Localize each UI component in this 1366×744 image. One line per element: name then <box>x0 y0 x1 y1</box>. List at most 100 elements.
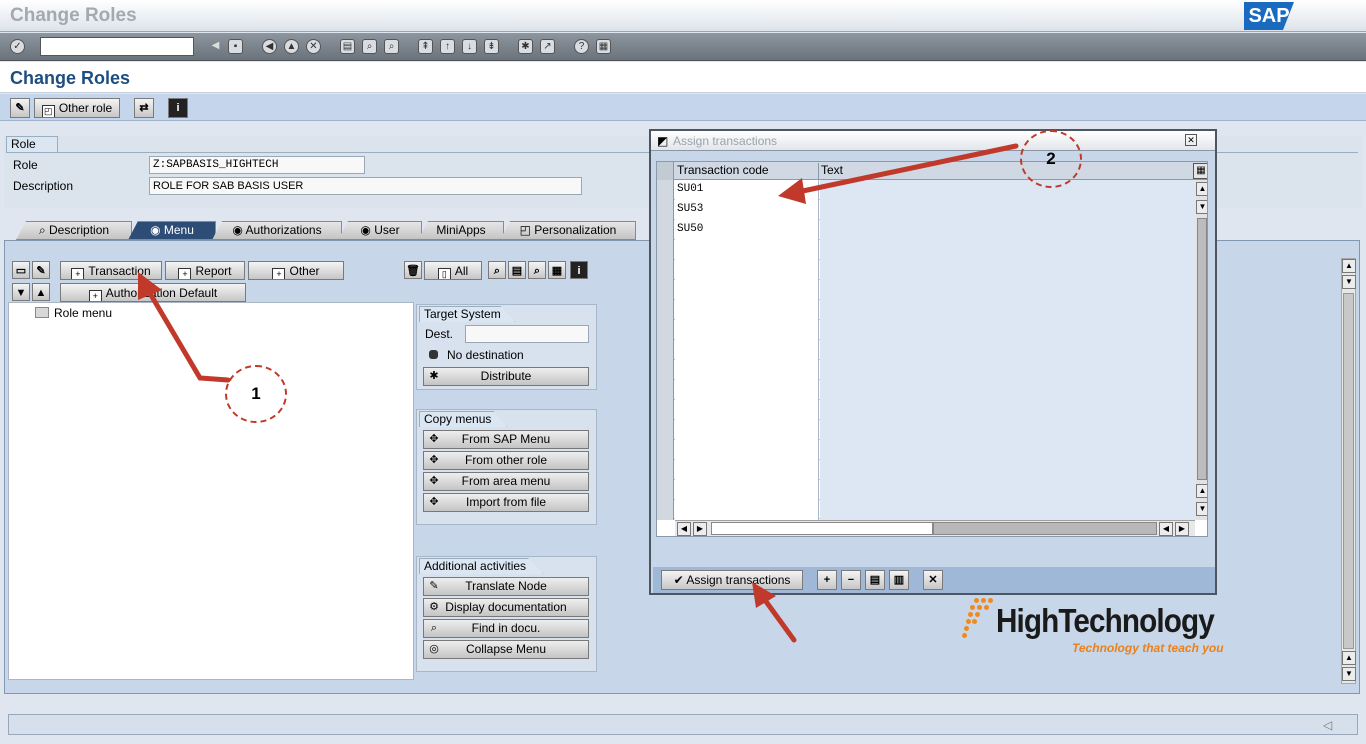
zoom-icon[interactable]: ⌕ <box>488 261 506 279</box>
transaction-code-cell[interactable] <box>675 380 819 400</box>
table-row[interactable] <box>657 360 1207 380</box>
transaction-code-cell[interactable] <box>675 420 819 440</box>
folder-icon[interactable]: ▭ <box>12 261 30 279</box>
menu-info-icon[interactable]: i <box>570 261 588 279</box>
first-page-icon[interactable]: ⇞ <box>418 39 433 54</box>
select-block-icon[interactable]: ▤ <box>865 570 885 590</box>
import-from-file-button[interactable]: ✥ Import from file <box>423 493 589 512</box>
role-field[interactable]: Z:SAPBASIS_HIGHTECH <box>149 156 365 174</box>
transaction-code-cell[interactable]: SU53 <box>675 200 819 220</box>
enter-icon[interactable]: ✓ <box>10 39 25 54</box>
table-row[interactable] <box>657 240 1207 260</box>
table-row[interactable] <box>657 420 1207 440</box>
collapse-menu-button[interactable]: ◎ Collapse Menu <box>423 640 589 659</box>
transaction-code-cell[interactable] <box>675 460 819 480</box>
print-menu-icon[interactable]: ▤ <box>508 261 526 279</box>
transaction-code-cell[interactable]: SU01 <box>675 180 819 200</box>
tree-icon[interactable]: ▦ <box>548 261 566 279</box>
help-icon[interactable]: ? <box>574 39 589 54</box>
back-icon[interactable]: ◀ <box>262 39 277 54</box>
select-all-cell[interactable] <box>657 162 674 180</box>
transaction-code-cell[interactable] <box>675 300 819 320</box>
table-row[interactable] <box>657 440 1207 460</box>
scroll-right-icon[interactable]: ▶ <box>693 522 707 536</box>
print-icon[interactable]: ▤ <box>340 39 355 54</box>
table-row[interactable] <box>657 260 1207 280</box>
scroll-up-icon[interactable]: ▲ <box>1342 259 1356 273</box>
save-icon[interactable]: ▪ <box>228 39 243 54</box>
scroll-down-icon[interactable]: ▼ <box>1342 667 1356 681</box>
table-row[interactable] <box>657 480 1207 500</box>
insert-row-icon[interactable]: + <box>817 570 837 590</box>
tab-personalization[interactable]: ◰ Personalization <box>500 221 636 240</box>
add-transaction-button[interactable]: + Transaction <box>60 261 162 280</box>
transaction-code-cell[interactable] <box>675 360 819 380</box>
new-session-icon[interactable]: ✱ <box>518 39 533 54</box>
scroll-down-icon[interactable]: ▼ <box>1196 502 1207 516</box>
command-history-icon[interactable]: ◀ <box>208 39 223 54</box>
main-vertical-scrollbar[interactable]: ▲ ▼ ▲ ▼ <box>1341 258 1356 684</box>
info-icon[interactable]: i <box>168 98 188 118</box>
add-report-button[interactable]: + Report <box>165 261 245 280</box>
delete-all-button[interactable]: ▯ All <box>424 261 482 280</box>
layout-icon[interactable]: ▦ <box>596 39 611 54</box>
column-header-text[interactable]: Text <box>821 163 1191 179</box>
table-horizontal-scrollbar[interactable]: ◀ ▶ ◀ ▶ <box>675 520 1195 536</box>
distribute-button[interactable]: ✱ Distribute <box>423 367 589 386</box>
scroll-up-icon[interactable]: ▲ <box>1342 651 1356 665</box>
scroll-right-icon[interactable]: ▶ <box>1175 522 1189 536</box>
tab-miniapps[interactable]: MiniApps <box>418 221 504 240</box>
transaction-code-cell[interactable] <box>675 260 819 280</box>
role-menu-node[interactable]: Role menu <box>54 306 112 320</box>
transaction-code-cell[interactable] <box>675 500 819 520</box>
select-all-icon[interactable]: ▥ <box>889 570 909 590</box>
prev-page-icon[interactable]: ↑ <box>440 39 455 54</box>
table-row[interactable]: SU50 <box>657 220 1207 240</box>
find-next-icon[interactable]: ⌕ <box>384 39 399 54</box>
close-icon[interactable]: ✕ <box>1185 134 1197 146</box>
hierarchy-icon[interactable]: ⇄ <box>134 98 154 118</box>
delete-icon[interactable]: 🗑 <box>404 261 422 279</box>
assign-transactions-button[interactable]: ✔ Assign transactions <box>661 570 803 590</box>
next-page-icon[interactable]: ↓ <box>462 39 477 54</box>
table-row[interactable] <box>657 380 1207 400</box>
transaction-code-cell[interactable] <box>675 280 819 300</box>
from-sap-menu-button[interactable]: ✥ From SAP Menu <box>423 430 589 449</box>
transaction-code-cell[interactable] <box>675 320 819 340</box>
delete-row-icon[interactable]: − <box>841 570 861 590</box>
cancel-icon[interactable]: ✕ <box>923 570 943 590</box>
from-area-menu-button[interactable]: ✥ From area menu <box>423 472 589 491</box>
from-other-role-button[interactable]: ✥ From other role <box>423 451 589 470</box>
find-in-docu-button[interactable]: ⌕ Find in docu. <box>423 619 589 638</box>
table-row[interactable]: SU53 <box>657 200 1207 220</box>
other-role-button[interactable]: ◰ Other role <box>34 98 120 118</box>
scroll-up-icon[interactable]: ▲ <box>1196 182 1207 196</box>
last-page-icon[interactable]: ⇟ <box>484 39 499 54</box>
transaction-code-cell[interactable] <box>675 340 819 360</box>
exit-icon[interactable]: ▲ <box>284 39 299 54</box>
table-row[interactable] <box>657 300 1207 320</box>
display-change-icon[interactable]: ✎ <box>10 98 30 118</box>
scroll-down-icon[interactable]: ▼ <box>1196 200 1207 214</box>
transaction-code-cell[interactable] <box>675 480 819 500</box>
tab-user[interactable]: ◉ User <box>338 221 422 240</box>
shortcut-icon[interactable]: ↗ <box>540 39 555 54</box>
tab-description[interactable]: ⌕ Description <box>16 221 132 240</box>
description-field[interactable]: ROLE FOR SAB BASIS USER <box>149 177 582 195</box>
table-row[interactable] <box>657 320 1207 340</box>
move-down-icon[interactable]: ▼ <box>12 283 30 301</box>
table-row[interactable]: SU01 <box>657 180 1207 200</box>
rename-icon[interactable]: ✎ <box>32 261 50 279</box>
dest-field[interactable] <box>465 325 589 343</box>
add-other-button[interactable]: + Other <box>248 261 344 280</box>
transaction-code-cell[interactable] <box>675 440 819 460</box>
scroll-up-icon[interactable]: ▲ <box>1196 484 1207 498</box>
tab-menu[interactable]: ◉ Menu <box>128 221 216 240</box>
table-row[interactable] <box>657 280 1207 300</box>
find-icon[interactable]: ⌕ <box>362 39 377 54</box>
scroll-left-icon[interactable]: ◀ <box>1159 522 1173 536</box>
command-field[interactable] <box>40 37 194 56</box>
table-row[interactable] <box>657 340 1207 360</box>
find-menu-icon[interactable]: ⌕ <box>528 261 546 279</box>
table-row[interactable] <box>657 500 1207 520</box>
